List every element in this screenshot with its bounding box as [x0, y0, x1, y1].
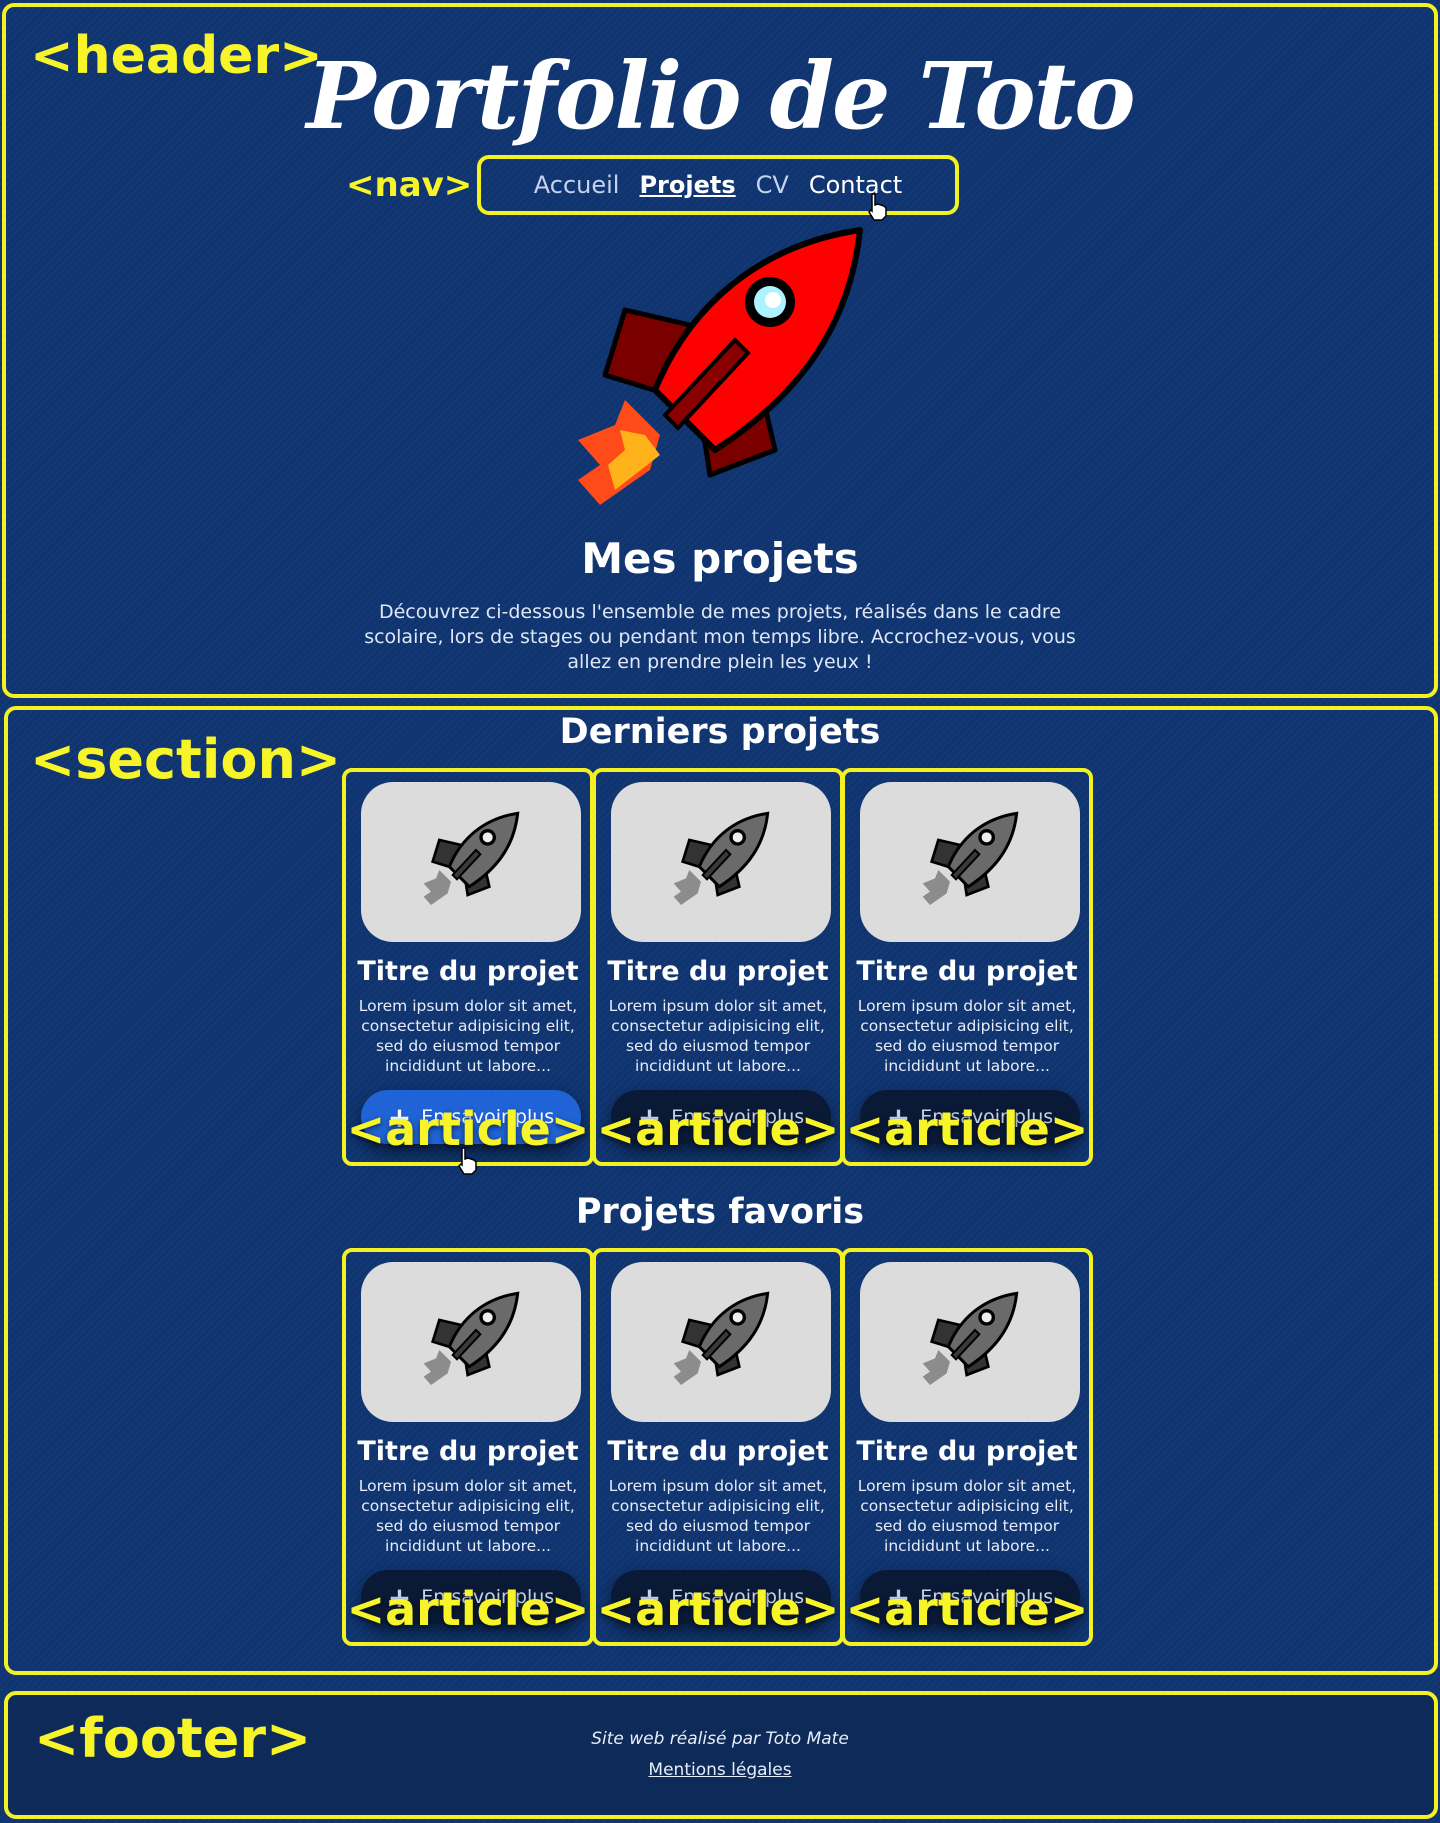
article-annotation-outline	[342, 768, 594, 1166]
page-heading: Mes projets	[581, 534, 859, 583]
article-annotation-outline	[342, 1248, 594, 1646]
nav-link-contact[interactable]: Contact	[809, 171, 902, 199]
page-intro-text: Découvrez ci-dessous l'ensemble de mes p…	[364, 601, 1076, 673]
nav-link-projets[interactable]: Projets	[639, 171, 735, 199]
article-annotation-outline	[592, 768, 844, 1166]
article-annotation-outline	[592, 1248, 844, 1646]
article-annotation-outline	[841, 1248, 1093, 1646]
section-title-derniers-projets: Derniers projets	[559, 712, 881, 752]
site-title: Portfolio de Toto	[306, 42, 1135, 150]
legal-notice-link[interactable]: Mentions légales	[0, 1760, 1440, 1780]
hand-cursor-icon	[458, 1147, 477, 1175]
article-annotation-outline	[841, 768, 1093, 1166]
section-title-projets-favoris: Projets favoris	[575, 1192, 865, 1232]
footer-credit: Site web réalisé par Toto Mate	[591, 1729, 849, 1749]
hero-rocket-icon	[578, 227, 863, 505]
nav-link-cv[interactable]: CV	[756, 171, 789, 199]
hand-cursor-icon	[868, 193, 887, 221]
nav-tag-label: <nav>	[346, 165, 473, 205]
nav-link-accueil[interactable]: Accueil	[534, 171, 620, 199]
